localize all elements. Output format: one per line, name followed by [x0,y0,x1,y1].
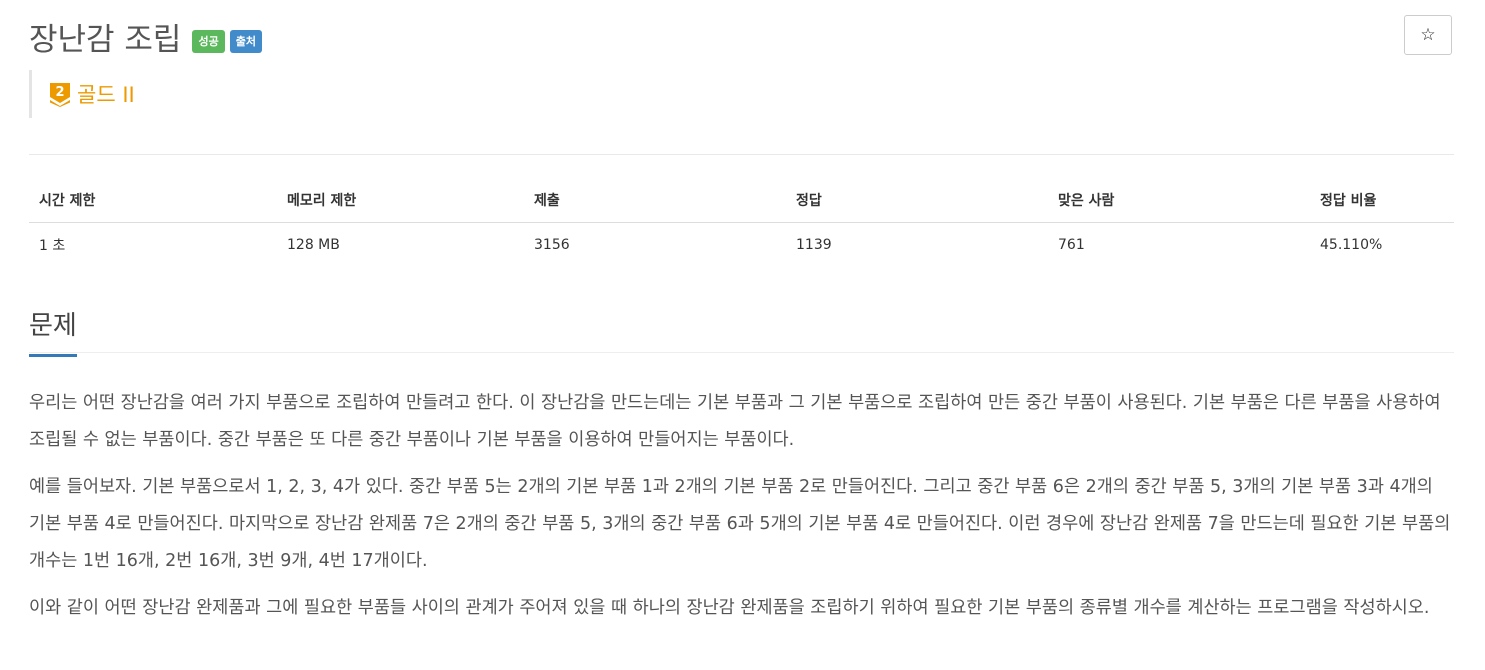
problem-info-table: 시간 제한 메모리 제한 제출 정답 맞은 사람 정답 비율 1 초 128 M… [29,178,1454,267]
success-label[interactable]: 성공 [192,29,225,53]
problem-description: 우리는 어떤 장난감을 여러 가지 부품으로 조립하여 만들려고 한다. 이 장… [29,385,1454,637]
header-solved-users: 맞은 사람 [1048,178,1310,223]
time-limit-value: 1 초 [39,238,66,254]
tier-block: 2 골드 II [29,70,135,118]
tier-name[interactable]: 골드 II [77,79,135,109]
header-submissions: 제출 [524,178,786,223]
star-button[interactable]: ☆ [1404,15,1452,55]
title-row: 장난감 조립 성공 출처 [29,14,262,58]
tier-number: 2 [55,85,64,100]
divider [29,154,1454,155]
memory-limit-value: 128 MB [287,237,340,253]
problem-title: 장난감 조립 [29,21,182,58]
problem-page: 장난감 조립 성공 출처 ☆ 2 골드 II 시간 제한 메모리 제한 제출 정… [0,0,1485,670]
gold-tier-icon: 2 [50,83,70,107]
description-paragraph-1: 우리는 어떤 장난감을 여러 가지 부품으로 조립하여 만들려고 한다. 이 장… [29,393,1441,450]
source-label[interactable]: 출처 [229,29,262,53]
submissions-value: 3156 [534,237,570,253]
header-accept-ratio: 정답 비율 [1310,178,1454,223]
table-header-row: 시간 제한 메모리 제한 제출 정답 맞은 사람 정답 비율 [29,178,1454,223]
accepted-value: 1139 [796,237,832,253]
description-paragraph-2: 예를 들어보자. 기본 부품으로서 1, 2, 3, 4가 있다. 중간 부품 … [29,477,1451,571]
accept-ratio-value: 45.110% [1320,237,1383,253]
description-paragraph-3: 이와 같이 어떤 장난감 완제품과 그에 필요한 부품들 사이의 관계가 주어져… [29,598,1430,618]
header-memory-limit: 메모리 제한 [277,178,524,223]
header-time-limit: 시간 제한 [29,178,277,223]
section-title: 문제 [29,305,77,357]
table-row: 1 초 128 MB 3156 1139 761 45.110% [29,223,1454,268]
solved-users-value: 761 [1058,237,1085,253]
header-accepted: 정답 [786,178,1048,223]
section-divider [29,352,1454,353]
star-icon: ☆ [1420,25,1436,45]
